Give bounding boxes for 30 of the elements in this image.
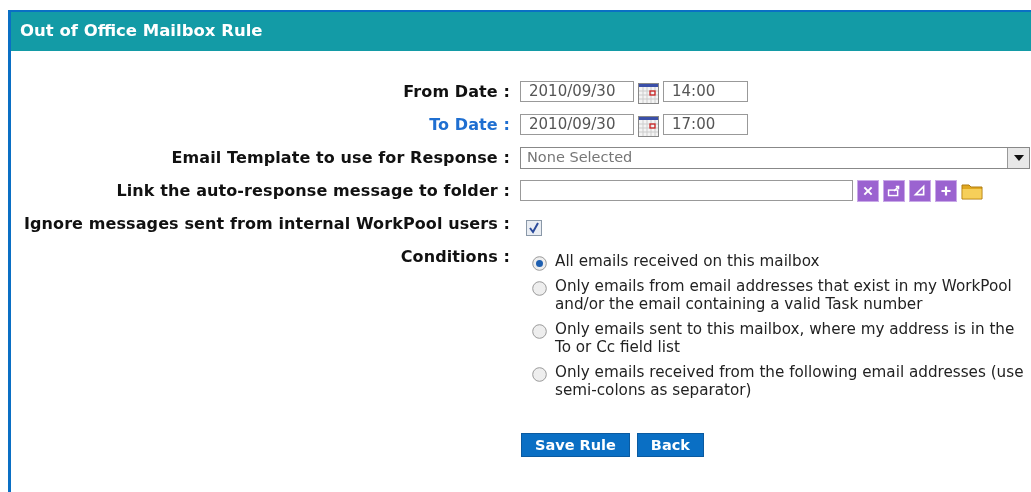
plus-icon[interactable] xyxy=(935,179,957,202)
option-label: Only emails received from the following email addresses (use semi-colons as separator) xyxy=(555,362,1025,399)
date-field[interactable]: 2010/09/30 xyxy=(520,81,634,103)
field-label: Ignore messages sent from internal WorkPool users : xyxy=(22,212,510,235)
export-icon[interactable] xyxy=(883,179,905,202)
field-label: To Date : xyxy=(428,113,510,136)
field-label: Conditions : xyxy=(399,245,510,268)
field-label: From Date : xyxy=(402,80,510,103)
radio-button[interactable] xyxy=(532,321,547,337)
time-field[interactable]: 14:00 xyxy=(663,81,748,103)
radio-button[interactable] xyxy=(532,253,547,269)
calendar-icon[interactable] xyxy=(638,114,659,136)
calendar-icon[interactable] xyxy=(638,81,659,103)
folder-field[interactable] xyxy=(520,180,853,202)
action-button[interactable]: Save Rule xyxy=(521,432,630,457)
action-button[interactable]: Back xyxy=(636,432,704,457)
date-field[interactable]: 2010/09/30 xyxy=(520,114,634,136)
clear-icon[interactable] xyxy=(857,179,879,202)
radio-button[interactable] xyxy=(532,278,547,294)
option-label: All emails received on this mailbox xyxy=(555,251,820,270)
caret-icon xyxy=(1013,154,1024,161)
field-label: Link the auto-response message to folder : xyxy=(115,179,510,202)
folder-icon[interactable] xyxy=(961,181,983,200)
time-field[interactable]: 17:00 xyxy=(663,114,748,136)
option-label: Only emails sent to this mailbox, where my address is in the To or Cc field list xyxy=(555,319,1016,356)
field-label: Email Template to use for Response : xyxy=(170,146,510,169)
template-dropdown[interactable]: None Selected xyxy=(520,146,1030,169)
window-title: Out of Office Mailbox Rule xyxy=(11,12,1031,51)
option-label: Only emails from email addresses that exist in my WorkPool and/or the email containing a valid Task number xyxy=(555,276,1013,313)
radio-button[interactable] xyxy=(532,364,547,380)
